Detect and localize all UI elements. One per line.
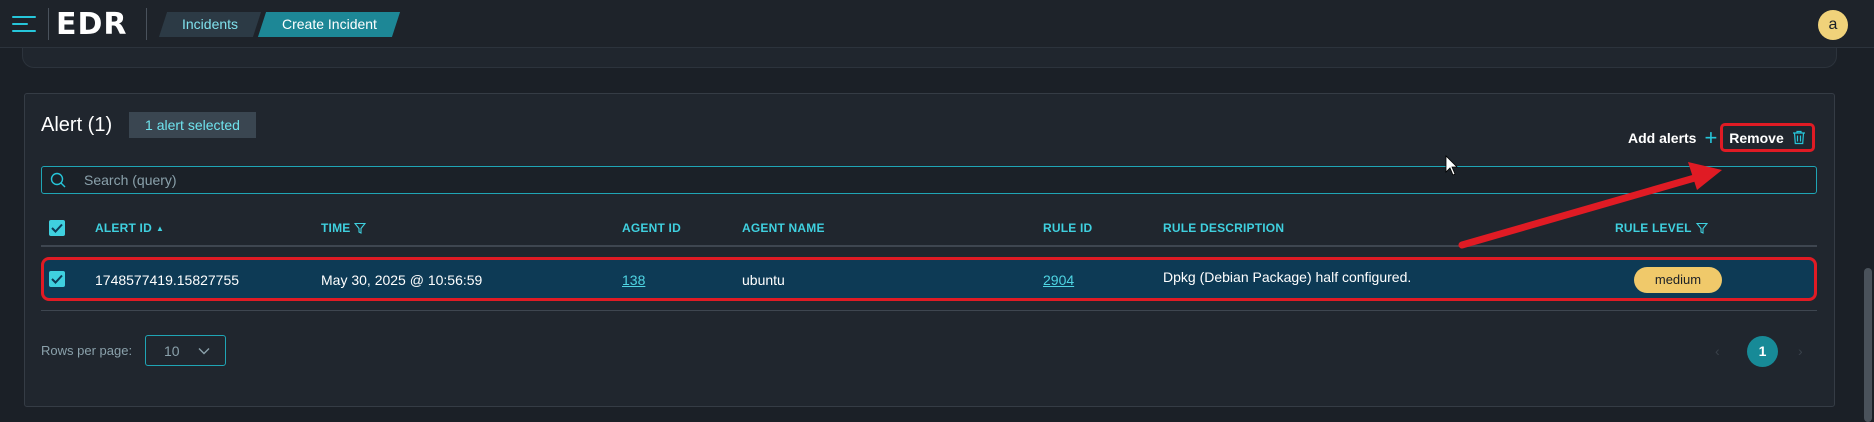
column-label: TIME	[321, 221, 351, 235]
column-label: AGENT ID	[622, 221, 681, 235]
next-page-button[interactable]: ›	[1798, 343, 1803, 359]
page-button-current[interactable]: 1	[1747, 336, 1778, 367]
rows-per-page-label: Rows per page:	[41, 343, 133, 358]
breadcrumb-label: Incidents	[181, 16, 239, 32]
column-header-agent-id[interactable]: AGENT ID	[622, 221, 681, 235]
filter-icon[interactable]	[354, 222, 367, 234]
cell-agent-name: ubuntu	[742, 272, 785, 288]
table-header: ALERT ID ▲ TIME AGENT ID AGENT NAME RULE…	[41, 209, 1817, 247]
column-header-rule-description[interactable]: RULE DESCRIPTION	[1163, 221, 1284, 235]
app-logo: EDR	[56, 7, 128, 42]
column-label: RULE DESCRIPTION	[1163, 221, 1285, 235]
breadcrumb-incidents[interactable]: Incidents	[158, 12, 262, 37]
filter-icon[interactable]	[1695, 222, 1708, 234]
previous-section-card	[22, 48, 1837, 68]
column-label: AGENT NAME	[742, 221, 825, 235]
rows-per-page-select[interactable]: 10	[145, 335, 226, 366]
divider	[146, 8, 147, 40]
cell-rule-description: Dpkg (Debian Package) half configured.	[1163, 269, 1412, 285]
column-label: RULE LEVEL	[1615, 221, 1692, 235]
column-header-agent-name[interactable]: AGENT NAME	[742, 221, 825, 235]
selected-count-badge: 1 alert selected	[129, 112, 256, 138]
column-label: ALERT ID	[95, 221, 152, 235]
table-row[interactable]: 1748577419.15827755 May 30, 2025 @ 10:56…	[41, 257, 1817, 301]
cell-alert-id: 1748577419.15827755	[95, 272, 240, 288]
search-bar	[41, 166, 1817, 194]
breadcrumb-label: Create Incident	[281, 16, 377, 32]
column-header-time[interactable]: TIME	[321, 221, 367, 235]
user-avatar[interactable]: a	[1818, 10, 1848, 40]
alerts-title: Alert (1)	[41, 114, 113, 136]
cell-rule-id-link[interactable]: 2904	[1043, 272, 1074, 288]
column-header-alert-id[interactable]: ALERT ID ▲	[95, 221, 164, 235]
rule-level-badge: medium	[1634, 267, 1722, 293]
breadcrumb-create-incident[interactable]: Create Incident	[257, 12, 401, 37]
cell-agent-id-link[interactable]: 138	[622, 272, 645, 288]
chevron-down-icon	[198, 347, 210, 354]
rows-per-page-value: 10	[164, 342, 180, 359]
remove-label: Remove	[1729, 129, 1784, 146]
top-bar: EDR Incidents Create Incident a	[0, 0, 1874, 48]
column-label: RULE ID	[1043, 221, 1093, 235]
scrollbar-thumb[interactable]	[1864, 268, 1872, 422]
remove-button[interactable]: Remove	[1720, 123, 1815, 152]
previous-page-button[interactable]: ‹	[1715, 343, 1720, 359]
hamburger-menu-icon[interactable]	[10, 10, 38, 38]
column-header-rule-level[interactable]: RULE LEVEL	[1615, 221, 1708, 235]
search-icon	[50, 172, 66, 188]
sort-ascending-icon: ▲	[155, 223, 165, 233]
row-checkbox[interactable]	[49, 271, 65, 287]
plus-icon: +	[1704, 125, 1718, 150]
trash-icon	[1792, 130, 1805, 145]
alerts-card: Alert (1) 1 alert selected Add alerts + …	[24, 93, 1835, 407]
add-alerts-button[interactable]: Add alerts +	[1628, 125, 1718, 150]
search-input[interactable]	[84, 167, 1784, 193]
cell-time: May 30, 2025 @ 10:56:59	[321, 272, 483, 288]
divider	[48, 8, 49, 40]
select-all-checkbox[interactable]	[49, 220, 65, 236]
add-alerts-label: Add alerts	[1628, 130, 1697, 146]
row-divider	[41, 310, 1817, 311]
column-header-rule-id[interactable]: RULE ID	[1043, 221, 1092, 235]
